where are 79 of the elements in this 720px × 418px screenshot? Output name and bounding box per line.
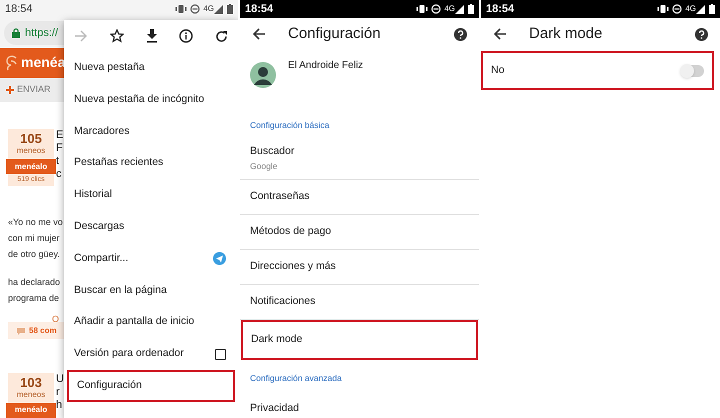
download-icon[interactable]: [146, 29, 158, 43]
star-icon[interactable]: [110, 29, 124, 43]
quote-line: con mi mujer: [8, 232, 60, 246]
settings-item[interactable]: Privacidad: [240, 391, 479, 418]
meneo-button[interactable]: menéalo: [6, 402, 56, 418]
screen-title: Dark mode: [529, 24, 602, 44]
menu-item[interactable]: Compartir...: [64, 242, 238, 275]
info-icon[interactable]: [179, 29, 194, 43]
meneo-button[interactable]: menéalo: [6, 159, 56, 174]
story-title-line[interactable]: t: [56, 155, 60, 168]
do-not-disturb-icon: [190, 4, 200, 14]
vote-label: meneos: [16, 390, 46, 400]
settings-item[interactable]: Dark mode: [241, 320, 478, 360]
menu-item[interactable]: Versión para ordenador: [64, 338, 238, 370]
menu-item[interactable]: Marcadores: [64, 116, 238, 148]
status-time: 18:54: [245, 2, 274, 17]
signal-icon: [214, 4, 223, 14]
battery-icon: [468, 4, 474, 14]
menu-item[interactable]: Buscar en la página: [64, 274, 238, 306]
menu-item[interactable]: Configuración: [67, 370, 235, 402]
menu-item[interactable]: Descargas: [64, 210, 238, 243]
network-type: 4G: [444, 3, 455, 15]
battery-icon: [227, 4, 233, 14]
account-name[interactable]: El Androide Feliz: [288, 58, 364, 73]
menu-item[interactable]: Historial: [64, 179, 238, 211]
network-type: 4G: [203, 3, 214, 15]
quote-line: «Yo no me vo: [8, 216, 63, 230]
settings-item[interactable]: Métodos de pago: [240, 215, 479, 250]
settings-item[interactable]: Direcciones y más: [240, 250, 479, 285]
vibrate-icon: [416, 4, 428, 14]
body-line: programa de: [8, 292, 60, 306]
story-title-line[interactable]: c: [56, 168, 62, 182]
screen-title: Configuración: [288, 24, 381, 44]
do-not-disturb-icon: [672, 4, 682, 14]
settings-item[interactable]: No: [481, 51, 714, 90]
menu-item[interactable]: Nueva pestaña: [64, 52, 238, 84]
network-type: 4G: [685, 3, 696, 15]
vibrate-icon: [175, 4, 188, 14]
back-arrow-icon[interactable]: [252, 27, 266, 41]
menu-item[interactable]: Añadir a pantalla de inicio: [64, 306, 238, 338]
settings-item[interactable]: Notificaciones: [240, 285, 479, 320]
battery-icon: [709, 4, 715, 14]
toggle-switch[interactable]: [682, 64, 704, 76]
avatar-icon: [250, 62, 276, 88]
settings-item[interactable]: Contraseñas: [240, 180, 479, 215]
lock-icon: [12, 28, 20, 38]
story-title-line[interactable]: F: [56, 142, 63, 156]
settings-item[interactable]: Buscador Google: [240, 138, 479, 180]
help-icon[interactable]: [454, 28, 467, 40]
checkbox[interactable]: [215, 348, 226, 360]
help-icon[interactable]: [695, 28, 708, 40]
story-title-line[interactable]: h: [56, 398, 62, 412]
status-time: 18:54: [486, 2, 514, 17]
plus-icon: [6, 86, 14, 94]
paper-plane-icon: [213, 252, 226, 266]
signal-icon: [455, 4, 464, 14]
section-header: Configuración avanzada: [250, 373, 342, 383]
send-button[interactable]: ENVIAR: [6, 83, 51, 97]
menu-item[interactable]: Nueva pestaña de incógnito: [64, 84, 238, 116]
site-logo: menéa: [21, 53, 66, 72]
status-time: 18:54: [5, 2, 33, 17]
body-line: ha declarado: [8, 276, 60, 290]
mascot-logo-icon: [5, 54, 19, 71]
vote-label: meneos: [16, 146, 46, 156]
story-title-line[interactable]: U: [56, 372, 64, 386]
back-arrow-icon[interactable]: [493, 27, 507, 41]
vote-count: 103: [20, 376, 42, 390]
menu-item[interactable]: Pestañas recientes: [64, 147, 238, 180]
vibrate-icon: [657, 4, 670, 14]
signal-icon: [696, 4, 705, 14]
section-header: Configuración básica: [250, 120, 330, 130]
do-not-disturb-icon: [431, 4, 442, 14]
quote-line: de otro güey.: [8, 248, 60, 262]
url-text: https://: [25, 26, 58, 41]
story-title-line[interactable]: E: [56, 129, 64, 142]
vote-count: 105: [20, 132, 42, 146]
story-title-line[interactable]: r: [56, 386, 60, 399]
reload-icon[interactable]: [215, 30, 228, 42]
comment-icon: [16, 326, 26, 335]
